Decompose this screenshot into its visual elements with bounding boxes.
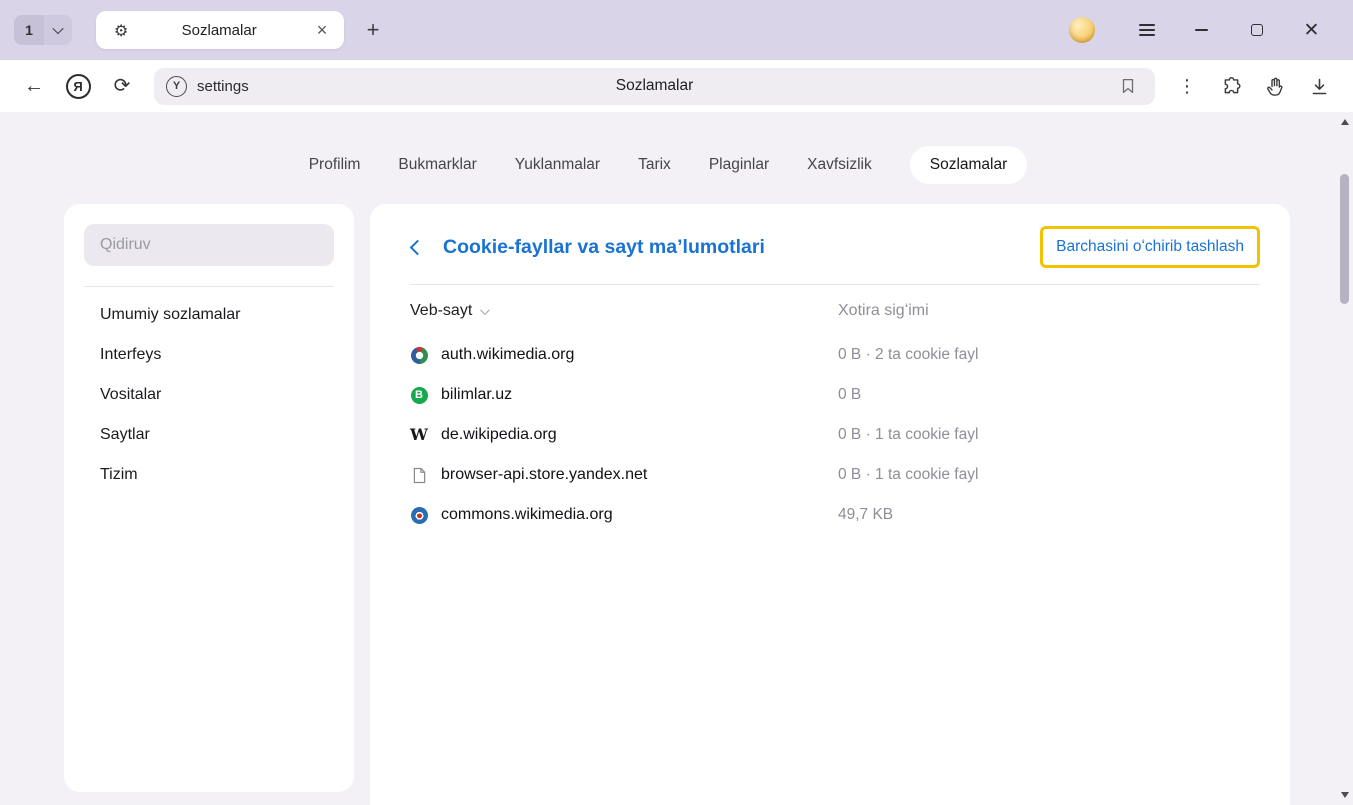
scrollbar-up-arrow-icon[interactable]	[1341, 119, 1349, 125]
settings-page: Profilim Bukmarklar Yuklanmalar Tarix Pl…	[0, 112, 1336, 805]
search-input[interactable]	[84, 224, 334, 266]
address-bar[interactable]: Y settings Sozlamalar	[154, 68, 1155, 105]
sidebar-item-vositalar[interactable]: Vositalar	[84, 375, 334, 415]
green-b-favicon-icon: B	[410, 387, 428, 404]
yandex-home-button[interactable]: Я	[56, 66, 100, 106]
tab-tarix[interactable]: Tarix	[638, 146, 671, 184]
settings-sidebar: Umumiy sozlamalar Interfeys Vositalar Sa…	[64, 204, 354, 792]
three-dots-icon: ⋮	[1178, 77, 1196, 95]
table-row[interactable]: auth.wikimedia.org 0 B · 2 ta cookie fay…	[410, 335, 1260, 375]
delete-all-button[interactable]: Barchasini oʻchirib tashlash	[1040, 226, 1260, 268]
yandex-logo-icon: Я	[66, 74, 91, 99]
address-url-text: settings	[197, 78, 249, 95]
page-scrollbar[interactable]	[1336, 112, 1353, 805]
tab-strip: 1 ⚙ Sozlamalar × + ✕	[0, 0, 1353, 60]
back-button[interactable]: ←	[12, 66, 56, 106]
window-close-button[interactable]: ✕	[1284, 10, 1339, 50]
tab-group-count-badge[interactable]: 1	[14, 15, 44, 45]
sites-table: auth.wikimedia.org 0 B · 2 ta cookie fay…	[410, 335, 1260, 535]
sidebar-divider	[84, 286, 334, 287]
browser-tab-settings[interactable]: ⚙ Sozlamalar ×	[96, 11, 344, 49]
back-chevron-icon[interactable]	[410, 239, 426, 255]
scrollbar-down-arrow-icon[interactable]	[1341, 792, 1349, 798]
back-arrow-icon: ←	[24, 76, 44, 96]
wikimedia-logo-icon	[410, 347, 428, 364]
page-title: Cookie-fayllar va sayt maʼlumotlari	[443, 236, 765, 259]
tab-title: Sozlamalar	[128, 22, 310, 39]
tab-bukmarklar[interactable]: Bukmarklar	[398, 146, 476, 184]
sort-chevron-icon	[480, 305, 490, 315]
new-tab-button[interactable]: +	[358, 15, 388, 45]
header-divider	[410, 284, 1260, 285]
tab-yuklanmalar[interactable]: Yuklanmalar	[515, 146, 600, 184]
table-row[interactable]: browser-api.store.yandex.net 0 B · 1 ta …	[410, 455, 1260, 495]
profile-avatar[interactable]	[1069, 17, 1095, 43]
site-storage: 0 B · 1 ta cookie fayl	[838, 426, 978, 444]
gestures-button[interactable]	[1253, 66, 1297, 106]
site-storage: 0 B	[838, 386, 861, 404]
maximize-icon	[1251, 24, 1263, 36]
site-name: browser-api.store.yandex.net	[441, 466, 647, 484]
site-storage: 0 B · 1 ta cookie fayl	[838, 466, 978, 484]
reload-icon: ⟳	[114, 76, 131, 96]
window-minimize-button[interactable]	[1174, 10, 1229, 50]
toolbar-more-button[interactable]: ⋮	[1165, 66, 1209, 106]
cookies-panel-header: Cookie-fayllar va sayt maʼlumotlari Barc…	[410, 224, 1260, 270]
site-name: commons.wikimedia.org	[441, 506, 613, 524]
settings-nav-tabs: Profilim Bukmarklar Yuklanmalar Tarix Pl…	[0, 146, 1336, 184]
window-maximize-button[interactable]	[1229, 10, 1284, 50]
tabstrip-right-controls: ✕	[1069, 10, 1339, 50]
site-badge-icon: Y	[166, 76, 187, 97]
bookmark-icon	[1119, 77, 1137, 95]
tab-plaginlar[interactable]: Plaginlar	[709, 146, 769, 184]
document-favicon-icon	[410, 467, 428, 484]
tab-close-icon[interactable]: ×	[310, 21, 334, 39]
column-header-website-label: Veb-sayt	[410, 302, 472, 320]
tab-sozlamalar[interactable]: Sozlamalar	[910, 146, 1028, 184]
sidebar-item-umumiy-sozlamalar[interactable]: Umumiy sozlamalar	[84, 295, 334, 335]
hamburger-menu-icon	[1139, 29, 1155, 31]
sites-table-header: Veb-sayt Xotira sigʻimi	[410, 295, 1260, 327]
table-row[interactable]: B bilimlar.uz 0 B	[410, 375, 1260, 415]
tab-group-dropdown-button[interactable]	[44, 15, 72, 45]
puzzle-extension-icon	[1221, 76, 1242, 97]
column-header-website[interactable]: Veb-sayt	[410, 302, 487, 320]
site-storage: 49,7 KB	[838, 506, 893, 524]
hand-icon	[1265, 76, 1286, 97]
site-storage: 0 B · 2 ta cookie fayl	[838, 346, 978, 364]
reload-button[interactable]: ⟳	[100, 66, 144, 106]
tab-xavfsizlik[interactable]: Xavfsizlik	[807, 146, 872, 184]
extensions-button[interactable]	[1209, 66, 1253, 106]
wikipedia-w-favicon-icon: W	[410, 427, 428, 443]
column-header-storage: Xotira sigʻimi	[838, 302, 929, 320]
tab-group: 1	[14, 15, 72, 45]
address-page-title: Sozlamalar	[616, 77, 694, 95]
bookmark-button[interactable]	[1113, 71, 1143, 101]
sidebar-item-tizim[interactable]: Tizim	[84, 455, 334, 495]
browser-toolbar: ← Я ⟳ Y settings Sozlamalar ⋮	[0, 60, 1353, 112]
commons-globe-favicon-icon	[410, 507, 428, 524]
chevron-down-icon	[52, 23, 63, 34]
sidebar-item-saytlar[interactable]: Saytlar	[84, 415, 334, 455]
scrollbar-thumb[interactable]	[1340, 174, 1349, 304]
sidebar-item-interfeys[interactable]: Interfeys	[84, 335, 334, 375]
browser-menu-button[interactable]	[1119, 10, 1174, 50]
site-name: bilimlar.uz	[441, 386, 512, 404]
site-name: de.wikipedia.org	[441, 426, 557, 444]
gear-icon: ⚙	[114, 21, 128, 40]
minimize-icon	[1195, 29, 1208, 31]
table-row[interactable]: W de.wikipedia.org 0 B · 1 ta cookie fay…	[410, 415, 1260, 455]
browser-window: 1 ⚙ Sozlamalar × + ✕	[0, 0, 1353, 805]
close-icon: ✕	[1304, 21, 1320, 40]
downloads-button[interactable]	[1297, 66, 1341, 106]
cookies-panel: Cookie-fayllar va sayt maʼlumotlari Barc…	[370, 204, 1290, 805]
download-icon	[1309, 76, 1330, 97]
table-row[interactable]: commons.wikimedia.org 49,7 KB	[410, 495, 1260, 535]
site-name: auth.wikimedia.org	[441, 346, 574, 364]
tab-profilim[interactable]: Profilim	[309, 146, 361, 184]
